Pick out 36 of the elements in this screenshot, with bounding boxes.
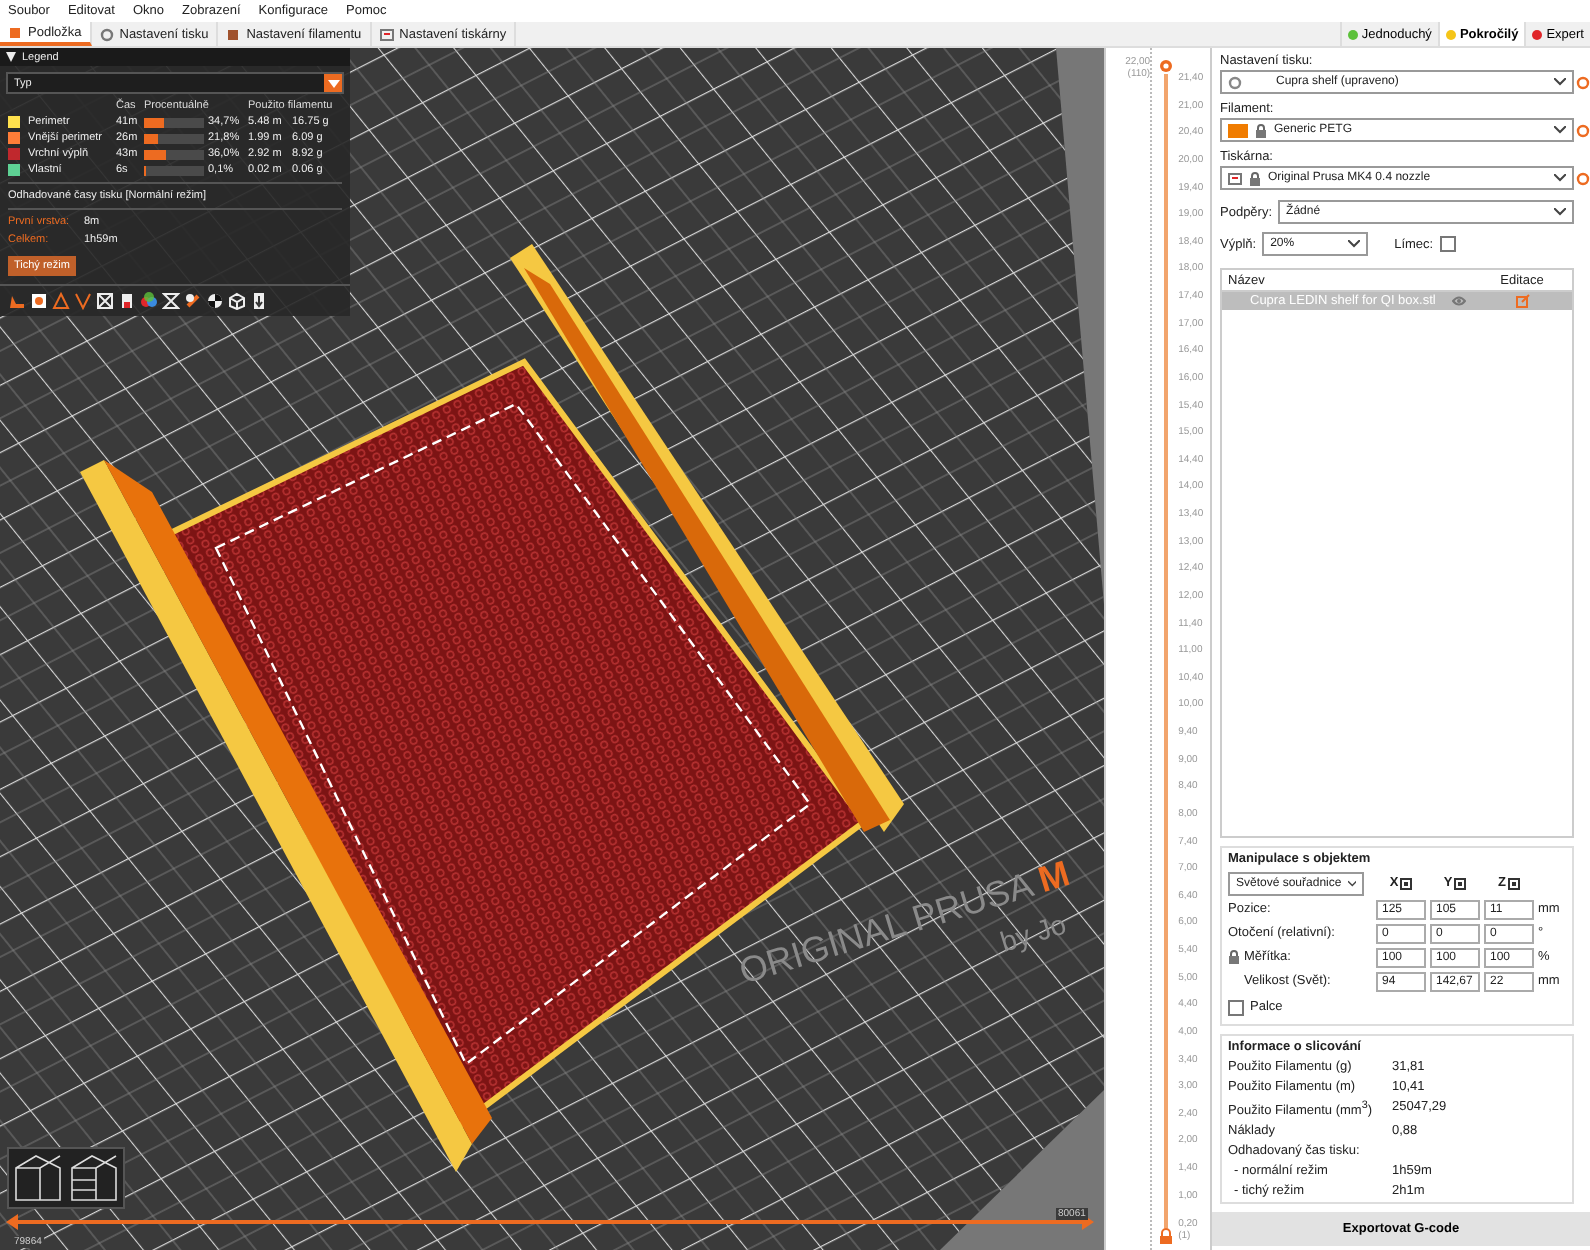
color-circles-icon[interactable]: [140, 292, 158, 310]
cross-box-icon[interactable]: [96, 292, 114, 310]
printer-icon: [1228, 171, 1242, 185]
settings-icon[interactable]: [1576, 171, 1590, 185]
caret-icon: [1554, 126, 1566, 134]
checkbox[interactable]: [1439, 236, 1456, 252]
lock-icon[interactable]: [1228, 950, 1240, 965]
settings-icon[interactable]: [1576, 123, 1590, 137]
caret-icon: [1554, 78, 1566, 86]
marker-icon[interactable]: [118, 292, 136, 310]
lock-icon: [1248, 171, 1262, 185]
caret-icon: [327, 79, 339, 87]
gear-icon: [99, 27, 114, 41]
triangle-icon[interactable]: [52, 292, 70, 310]
caret-icon: [1554, 174, 1566, 182]
cube-icon[interactable]: [228, 292, 246, 310]
slider-fill[interactable]: [1164, 74, 1169, 1228]
printer-icon: [379, 27, 394, 41]
lock-icon: [1254, 123, 1268, 137]
lock-icon[interactable]: [1158, 1228, 1175, 1244]
checkbox[interactable]: [1228, 999, 1244, 1016]
gear-icon: [1228, 75, 1242, 89]
caret-icon: [1347, 879, 1356, 888]
brush-icon[interactable]: [184, 292, 202, 310]
download-icon[interactable]: [250, 292, 268, 310]
slider-thumb-icon[interactable]: [6, 1213, 18, 1229]
gear-icon[interactable]: [1158, 58, 1175, 74]
settings-icon[interactable]: [1576, 75, 1590, 89]
hourglass-icon[interactable]: [162, 292, 180, 310]
view-cube-icon[interactable]: [7, 1147, 125, 1209]
caret-icon: [1554, 208, 1566, 216]
caret-icon: [1348, 240, 1361, 248]
color-swatch: [1228, 123, 1248, 137]
bed-logo-text: by Jo: [996, 907, 1070, 958]
chevron-icon[interactable]: [74, 292, 92, 310]
checker-circle-icon[interactable]: [206, 292, 224, 310]
